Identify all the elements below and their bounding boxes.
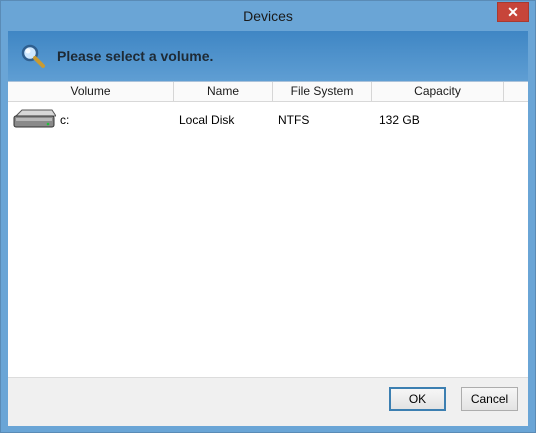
- list-header: Volume Name File System Capacity: [8, 82, 528, 102]
- search-magnifier-icon: [21, 44, 45, 68]
- column-header-name[interactable]: Name: [174, 82, 273, 101]
- cell-capacity: 132 GB: [379, 113, 420, 127]
- ok-button[interactable]: OK: [389, 387, 446, 411]
- button-bar: OK Cancel: [8, 377, 528, 426]
- cell-name: Local Disk: [179, 113, 235, 127]
- hard-drive-icon: [13, 109, 56, 128]
- close-button[interactable]: ✕: [497, 2, 529, 22]
- window-title: Devices: [243, 8, 293, 24]
- header-band: Please select a volume.: [8, 31, 528, 81]
- list-item[interactable]: c: Local Disk NTFS 132 GB: [8, 102, 528, 138]
- header-message: Please select a volume.: [57, 48, 214, 64]
- close-icon: ✕: [507, 4, 519, 20]
- column-header-file-system[interactable]: File System: [273, 82, 372, 101]
- cell-volume: c:: [60, 113, 70, 127]
- devices-window: Devices ✕ Please select a volume. Volume…: [0, 0, 536, 433]
- cancel-button[interactable]: Cancel: [461, 387, 518, 411]
- column-header-capacity[interactable]: Capacity: [372, 82, 504, 101]
- column-header-volume[interactable]: Volume: [8, 82, 174, 101]
- dialog-client: Please select a volume. Volume Name File…: [8, 31, 528, 426]
- title-bar[interactable]: Devices ✕: [1, 1, 535, 31]
- cell-file-system: NTFS: [278, 113, 310, 127]
- volume-list[interactable]: Volume Name File System Capacity c: Loca…: [8, 81, 528, 408]
